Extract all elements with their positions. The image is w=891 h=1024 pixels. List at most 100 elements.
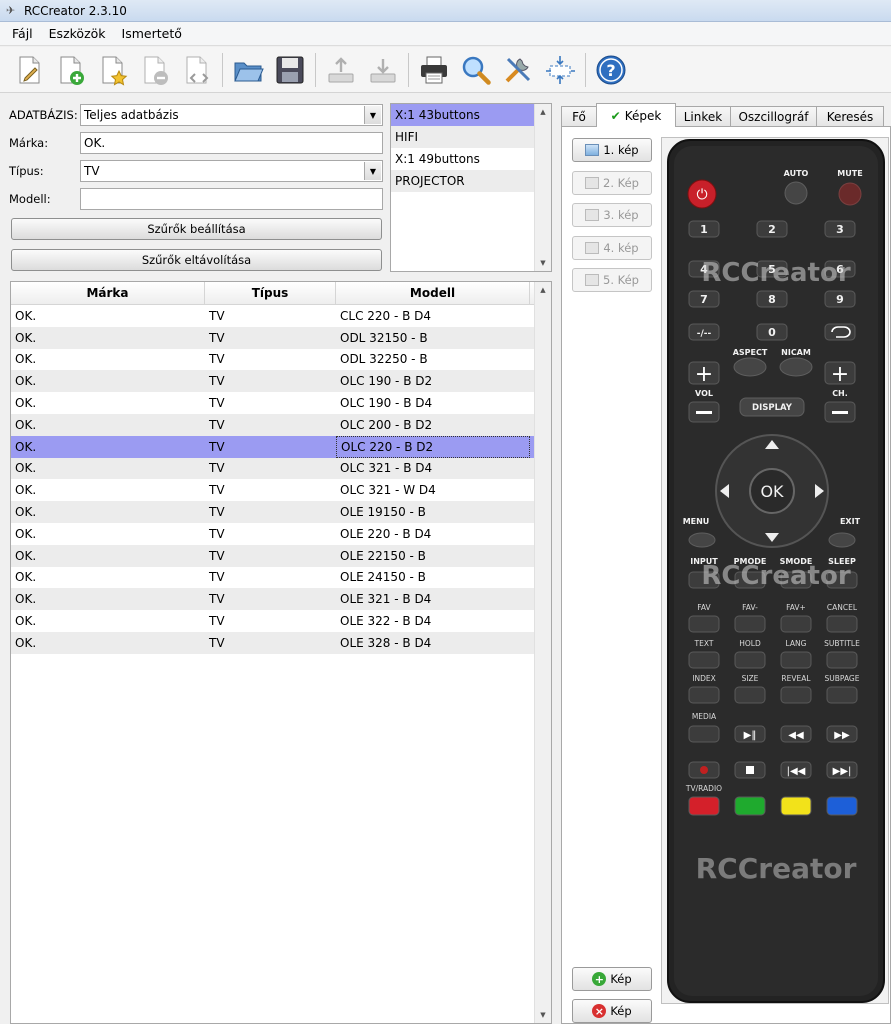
download-icon[interactable] xyxy=(364,51,402,89)
image-icon xyxy=(585,177,599,189)
cell-type: TV xyxy=(209,374,225,389)
image-4-button[interactable]: 4. kép xyxy=(572,236,652,260)
number-label: 3 xyxy=(836,223,844,236)
resize-icon[interactable] xyxy=(541,51,579,89)
image-1-button[interactable]: 1. kép xyxy=(572,138,652,162)
scroll-down-icon[interactable]: ▼ xyxy=(535,255,551,271)
tab-oscillograph[interactable]: Oszcillográf xyxy=(730,106,817,127)
list-item[interactable]: PROJECTOR xyxy=(391,170,534,192)
list-item[interactable]: X:1 49buttons xyxy=(391,148,534,170)
print-icon[interactable] xyxy=(415,51,453,89)
text-button xyxy=(688,651,720,669)
new-file-icon[interactable] xyxy=(10,51,48,89)
number-label: 7 xyxy=(700,293,708,306)
cell-brand: OK. xyxy=(15,330,37,345)
table-row[interactable]: OK. TV OLC 200 - B D2 xyxy=(11,413,551,436)
column-header-type[interactable]: Típus xyxy=(205,282,336,304)
upload-icon[interactable] xyxy=(322,51,360,89)
chevron-down-icon[interactable]: ▼ xyxy=(364,162,381,180)
table-row[interactable]: OK. TV OLE 22150 - B xyxy=(11,544,551,567)
tools-icon[interactable] xyxy=(499,51,537,89)
cell-type: TV xyxy=(209,417,225,432)
model-field[interactable] xyxy=(80,188,383,210)
add-file-icon[interactable] xyxy=(52,51,90,89)
image-3-button[interactable]: 3. kép xyxy=(572,203,652,227)
auto-button xyxy=(784,181,808,205)
table-scrollbar[interactable]: ▲ ▼ xyxy=(534,282,551,1023)
database-value: Teljes adatbázis xyxy=(84,108,179,122)
delete-image-button[interactable]: × Kép xyxy=(572,999,652,1023)
table-row[interactable]: OK. TV OLE 19150 - B xyxy=(11,501,551,523)
table-row[interactable]: OK. TV OLE 24150 - B xyxy=(11,567,551,589)
lang-label: LANG xyxy=(786,639,807,648)
scroll-up-icon[interactable]: ▲ xyxy=(535,282,551,298)
column-header-model[interactable]: Modell xyxy=(336,282,530,304)
table-row[interactable]: OK. TV ODL 32150 - B xyxy=(11,326,551,349)
svg-text:?: ? xyxy=(606,61,615,80)
menu-help[interactable]: Ismertető xyxy=(114,26,190,41)
scroll-up-icon[interactable]: ▲ xyxy=(535,104,551,120)
image-2-button[interactable]: 2. Kép xyxy=(572,171,652,195)
cell-brand: OK. xyxy=(15,308,37,323)
remove-file-icon[interactable] xyxy=(136,51,174,89)
table-row[interactable]: OK. TV OLE 220 - B D4 xyxy=(11,523,551,545)
cell-brand: OK. xyxy=(15,570,37,585)
table-row[interactable]: OK. TV OLC 321 - B D4 xyxy=(11,457,551,480)
tab-main[interactable]: Fő xyxy=(561,106,597,127)
set-filters-button[interactable]: Szűrők beállítása xyxy=(11,218,382,240)
tab-search[interactable]: Keresés xyxy=(816,106,884,127)
menu-tools[interactable]: Eszközök xyxy=(41,26,114,41)
cell-type: TV xyxy=(209,548,225,563)
add-icon: + xyxy=(592,972,607,986)
open-folder-icon[interactable] xyxy=(229,51,267,89)
remove-filters-button[interactable]: Szűrők eltávolítása xyxy=(11,249,382,271)
table-row[interactable]: OK. TV OLC 190 - B D2 xyxy=(11,370,551,393)
table-row[interactable]: OK. TV CLC 220 - B D4 xyxy=(11,305,551,327)
help-icon[interactable]: ? xyxy=(592,51,630,89)
favm-label: FAV- xyxy=(742,603,758,612)
exit-label: EXIT xyxy=(840,517,861,526)
favorite-file-icon[interactable] xyxy=(94,51,132,89)
cell-model: OLE 22150 - B xyxy=(340,548,426,563)
cell-brand: OK. xyxy=(15,526,37,541)
type-combo[interactable]: TV ▼ xyxy=(80,160,383,182)
stop-icon xyxy=(746,766,754,774)
add-image-label: Kép xyxy=(610,972,632,986)
list-item[interactable]: HIFI xyxy=(391,126,534,148)
cell-model: CLC 220 - B D4 xyxy=(340,308,432,323)
minus-icon xyxy=(832,411,848,414)
window-title: RCCreator 2.3.10 xyxy=(24,3,127,18)
rewind-icon: ◀◀ xyxy=(788,730,804,741)
table-row[interactable]: OK. TV OLC 220 - B D2 xyxy=(11,435,551,458)
toolbar-separator xyxy=(585,52,586,87)
code-file-icon[interactable] xyxy=(178,51,216,89)
search-icon[interactable] xyxy=(457,51,495,89)
table-row[interactable]: OK. TV OLC 321 - W D4 xyxy=(11,479,551,501)
cell-brand: OK. xyxy=(15,614,37,629)
list-item[interactable]: X:1 43buttons xyxy=(391,104,534,126)
table-row[interactable]: OK. TV OLE 328 - B D4 xyxy=(11,631,551,654)
add-image-button[interactable]: + Kép xyxy=(572,967,652,991)
column-header-brand[interactable]: Márka xyxy=(11,282,205,304)
scroll-down-icon[interactable]: ▼ xyxy=(535,1007,551,1023)
table-row[interactable]: OK. TV OLC 190 - B D4 xyxy=(11,392,551,414)
hold-label: HOLD xyxy=(739,639,761,648)
image-icon xyxy=(585,274,599,286)
table-row[interactable]: OK. TV ODL 32250 - B xyxy=(11,349,551,371)
image-5-button[interactable]: 5. Kép xyxy=(572,268,652,292)
list-scrollbar[interactable]: ▲ ▼ xyxy=(534,104,551,271)
database-row: ADATBÁZIS: xyxy=(9,104,81,126)
tab-links[interactable]: Linkek xyxy=(675,106,731,127)
menu-file[interactable]: Fájl xyxy=(4,26,41,41)
chevron-down-icon[interactable]: ▼ xyxy=(364,106,381,124)
type-value: TV xyxy=(84,164,100,178)
table-row[interactable]: OK. TV OLE 321 - B D4 xyxy=(11,588,551,611)
plus-icon: + xyxy=(695,362,713,387)
brand-field[interactable]: OK. xyxy=(80,132,383,154)
previous-icon: |◀◀ xyxy=(787,766,806,777)
cell-brand: OK. xyxy=(15,635,37,650)
table-row[interactable]: OK. TV OLE 322 - B D4 xyxy=(11,610,551,632)
tab-images[interactable]: ✔ Képek xyxy=(596,103,676,127)
database-combo[interactable]: Teljes adatbázis ▼ xyxy=(80,104,383,126)
save-icon[interactable] xyxy=(271,51,309,89)
